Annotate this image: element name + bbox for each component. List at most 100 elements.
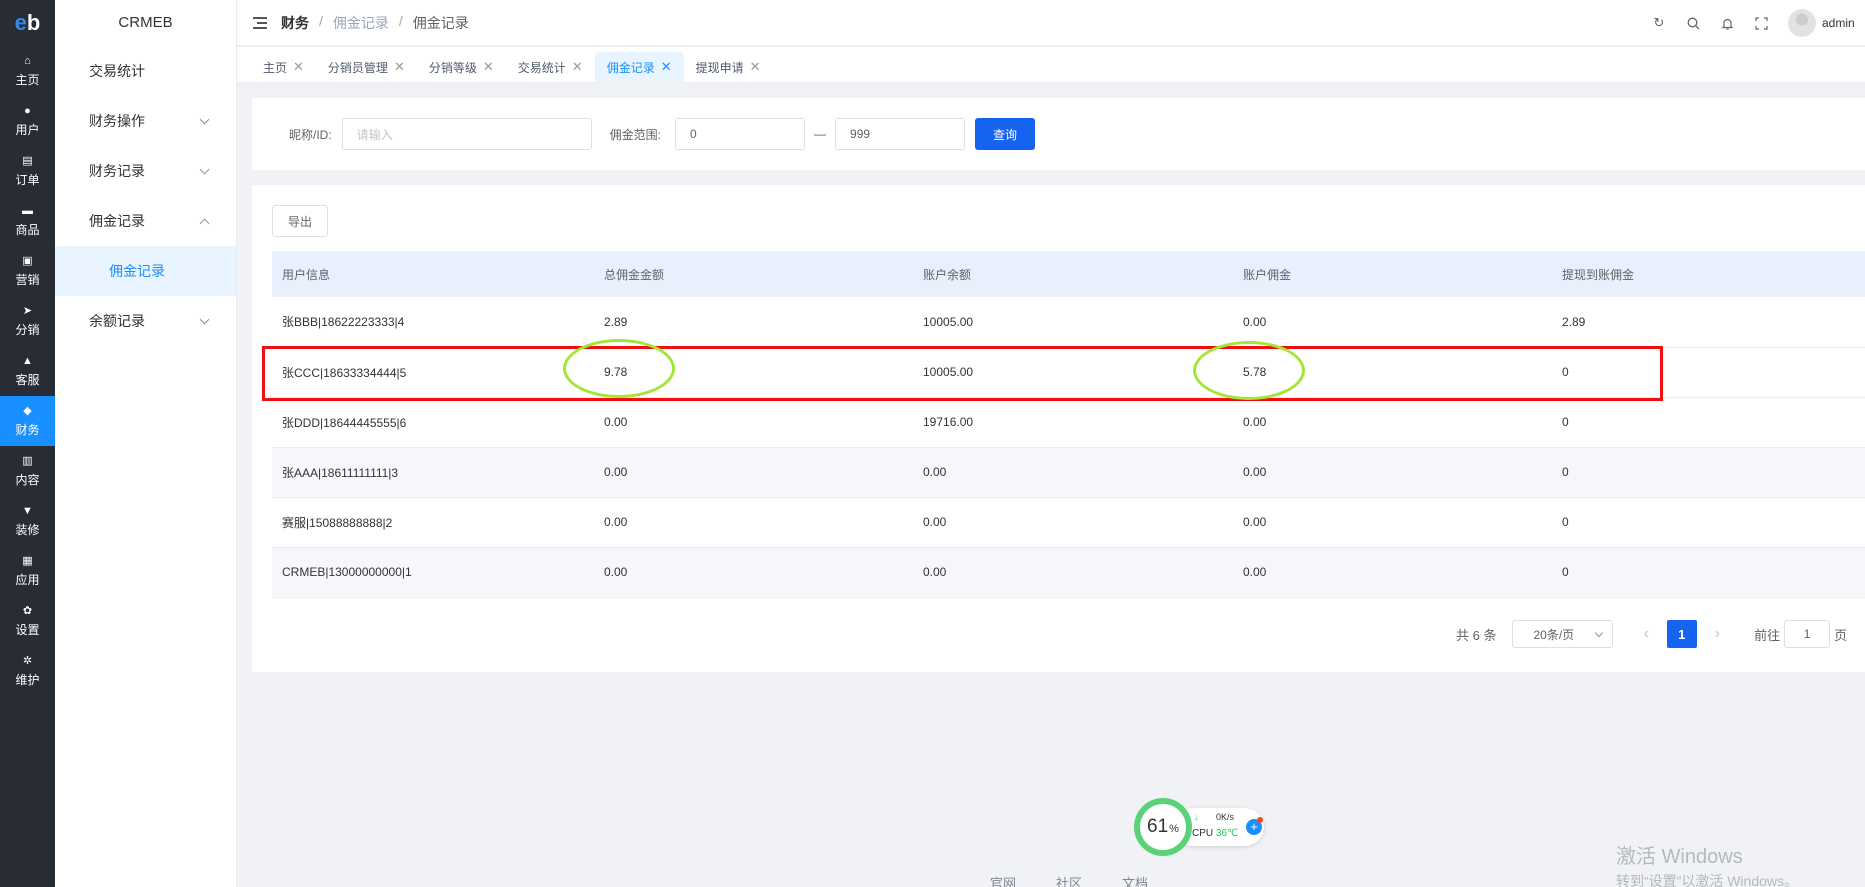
pagination: 共 6 条 20条/页 ‹ 1 › 前往 1 页: [1456, 620, 1847, 648]
tab-distributor-management[interactable]: 分销员管理 ✕: [316, 52, 417, 82]
prev-page-icon[interactable]: ‹: [1643, 625, 1648, 643]
close-icon[interactable]: ✕: [483, 59, 494, 75]
range-separator: —: [814, 127, 827, 141]
tab-home[interactable]: 主页 ✕: [251, 52, 316, 82]
close-icon[interactable]: ✕: [750, 59, 761, 75]
page-number[interactable]: 1: [1666, 620, 1697, 648]
nickname-label: 昵称/ID:: [289, 127, 332, 142]
rail-item-label: 分销: [15, 323, 40, 337]
breadcrumb: 财务 / 佣金记录 / 佣金记录: [281, 13, 469, 33]
highlight-rectangle: [262, 346, 1663, 401]
close-icon[interactable]: ✕: [394, 59, 405, 75]
rail-item-decoration[interactable]: ▼ 装修: [0, 496, 55, 546]
range-max-input[interactable]: 999: [835, 118, 966, 150]
service-icon: ▲: [22, 354, 33, 367]
table-cell: CRMEB|13000000000|1: [272, 547, 594, 598]
submenu-item-trade-stats[interactable]: 交易统计: [55, 46, 236, 96]
table-cell: 0.00: [913, 497, 1233, 548]
tab-withdraw-requests[interactable]: 提现申请 ✕: [684, 52, 773, 82]
table-card: 导出 用户信息 总佣金金额 账户余额 账户佣金 提现到账佣金 张BBB|1862…: [252, 185, 1865, 672]
maintenance-icon: ✲: [22, 654, 33, 667]
rail-item-user[interactable]: ● 用户: [0, 96, 55, 146]
table-cell: 2.89: [594, 297, 913, 348]
rail-item-apps[interactable]: ▦ 应用: [0, 546, 55, 596]
column-header: 账户余额: [913, 251, 1233, 297]
user-icon: ●: [24, 104, 31, 117]
bell-icon[interactable]: [1720, 16, 1734, 30]
table-cell: 张AAA|18611111111|3: [272, 447, 594, 498]
breadcrumb-item[interactable]: 佣金记录: [333, 13, 389, 33]
goto-page-input[interactable]: 1: [1784, 620, 1831, 648]
table-cell: 0.00: [594, 397, 913, 448]
user-menu[interactable]: admin: [1788, 9, 1865, 37]
table-cell: 赛服|15088888888|2: [272, 497, 594, 548]
table-cell: 0.00: [913, 447, 1233, 498]
brand-title: CRMEB: [118, 14, 173, 31]
table-cell: 2.89: [1552, 297, 1865, 348]
submenu-item-commission-group[interactable]: 佣金记录: [55, 196, 236, 246]
tab-trade-stats[interactable]: 交易统计 ✕: [506, 52, 595, 82]
close-icon[interactable]: ✕: [293, 59, 304, 75]
column-header: 提现到账佣金: [1552, 251, 1865, 297]
tab-commission-records[interactable]: 佣金记录 ✕: [594, 52, 684, 82]
rail-item-content[interactable]: ▥ 内容: [0, 446, 55, 496]
export-button[interactable]: 导出: [272, 205, 328, 237]
order-icon: ▤: [22, 154, 33, 167]
range-min-input[interactable]: 0: [675, 118, 806, 150]
submenu-item-finance-ops[interactable]: 财务操作: [55, 96, 236, 146]
rail-item-service[interactable]: ▲ 客服: [0, 346, 55, 396]
table-cell: 0: [1552, 547, 1865, 598]
rail-item-label: 装修: [15, 523, 40, 537]
next-page-icon[interactable]: ›: [1715, 625, 1720, 643]
tab-distribution-level[interactable]: 分销等级 ✕: [417, 52, 506, 82]
table-cell: 19716.00: [913, 397, 1233, 448]
submenu-item-commission-records[interactable]: 佣金记录: [55, 246, 236, 296]
close-icon[interactable]: ✕: [572, 59, 583, 75]
search-button[interactable]: 查询: [975, 118, 1036, 150]
breadcrumb-separator: /: [319, 12, 323, 29]
search-icon[interactable]: [1686, 16, 1700, 30]
table-cell: 0.00: [594, 547, 913, 598]
table-row: 张DDD|18644445555|6 0.00 19716.00 0.00 0: [272, 397, 1865, 448]
breadcrumb-item[interactable]: 财务: [281, 13, 309, 33]
page-size-select[interactable]: 20条/页: [1512, 620, 1614, 648]
table-row: 赛服|15088888888|2 0.00 0.00 0.00 0: [272, 497, 1865, 548]
table-cell: 0.00: [1233, 547, 1552, 598]
rail-item-label: 财务: [15, 423, 40, 437]
table-cell: 0: [1552, 447, 1865, 498]
rail-item-maintenance[interactable]: ✲ 维护: [0, 646, 55, 696]
system-monitor-widget[interactable]: ↓ 0K/s CPU 36℃ + 61%: [1134, 794, 1284, 858]
footer-link-official[interactable]: 官网: [990, 873, 1016, 887]
column-header: 用户信息: [272, 251, 594, 297]
rail-item-home[interactable]: ⌂ 主页: [0, 46, 55, 96]
chevron-down-icon: [199, 114, 210, 124]
rail-item-settings[interactable]: ✿ 设置: [0, 596, 55, 646]
footer-links: 官网 社区 文档: [990, 873, 1148, 887]
footer-link-community[interactable]: 社区: [1056, 873, 1082, 887]
nickname-input[interactable]: 请输入: [341, 118, 592, 150]
table-cell: 0.00: [913, 547, 1233, 598]
commission-table: 用户信息 总佣金金额 账户余额 账户佣金 提现到账佣金 张BBB|1862222…: [272, 251, 1865, 598]
submenu-item-finance-records[interactable]: 财务记录: [55, 146, 236, 196]
avatar: [1788, 9, 1816, 37]
refresh-icon[interactable]: ↻: [1652, 15, 1666, 30]
rail-item-distribution[interactable]: ➤ 分销: [0, 296, 55, 346]
submenu-item-balance-records[interactable]: 余额记录: [55, 296, 236, 346]
cpu-readout: CPU 36℃: [1192, 828, 1239, 839]
rail-item-marketing[interactable]: ▣ 营销: [0, 246, 55, 296]
table-row: CRMEB|13000000000|1 0.00 0.00 0.00 0: [272, 547, 1865, 598]
rail-item-order[interactable]: ▤ 订单: [0, 146, 55, 196]
rail-item-goods[interactable]: ▬ 商品: [0, 196, 55, 246]
close-icon[interactable]: ✕: [661, 59, 672, 75]
app-logo[interactable]: eb: [0, 0, 55, 46]
rail-item-finance[interactable]: ◆ 财务: [0, 396, 55, 446]
commission-range-label: 佣金范围:: [609, 127, 662, 142]
column-header: 账户佣金: [1233, 251, 1552, 297]
highlight-ellipse: [1193, 341, 1305, 400]
menu-toggle-icon[interactable]: [253, 16, 267, 29]
fullscreen-icon[interactable]: [1754, 16, 1768, 30]
footer-link-docs[interactable]: 文档: [1122, 873, 1148, 887]
home-icon: ⌂: [24, 54, 31, 67]
rail-item-label: 营销: [15, 273, 40, 287]
table-row: 张BBB|18622223333|4 2.89 10005.00 0.00 2.89: [272, 297, 1865, 348]
